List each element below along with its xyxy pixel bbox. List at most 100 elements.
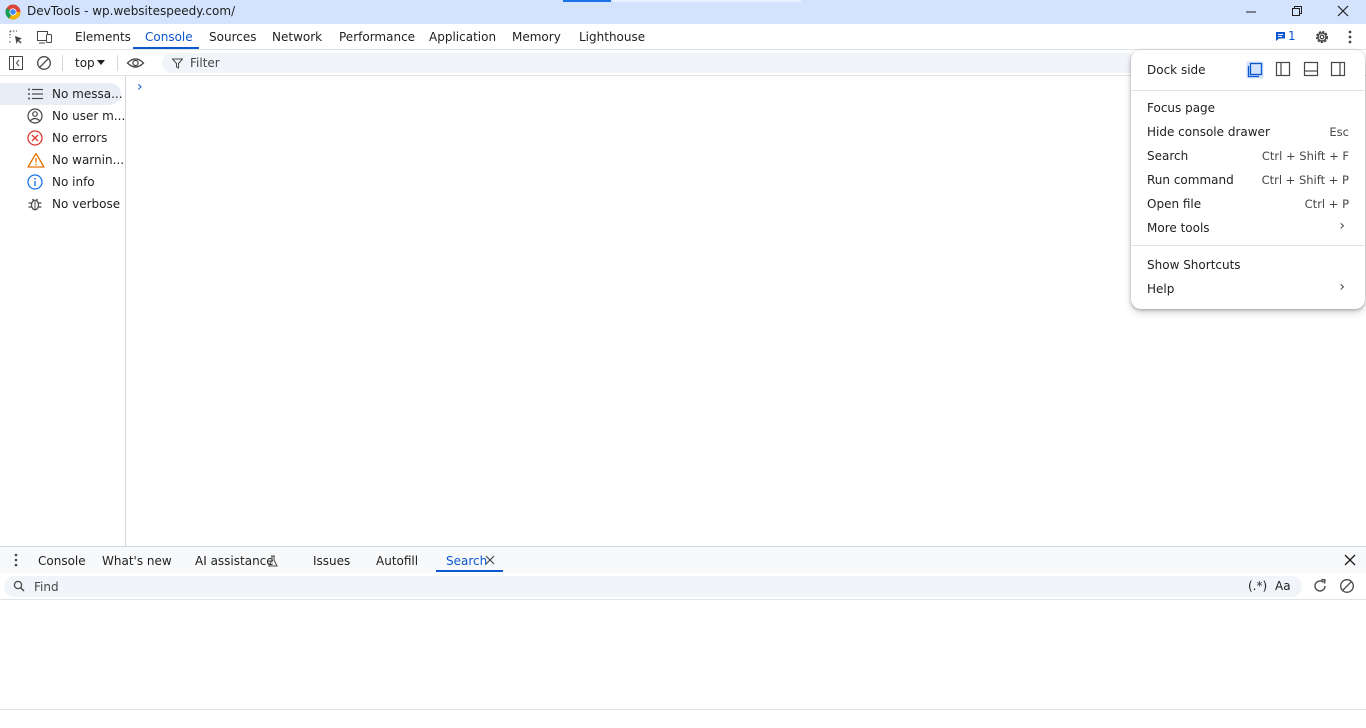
inspect-element-icon[interactable] [8,29,24,45]
customize-devtools-menu: Dock side Focus page Hide console drawer… [1131,50,1365,309]
menu-item-focus-page[interactable]: Focus page [1131,97,1365,119]
menu-item-label: Open file [1147,197,1202,211]
refresh-icon[interactable] [1312,578,1328,594]
settings-gear-icon[interactable] [1313,28,1331,46]
menu-item-shortcut: Ctrl + Shift + F [1261,149,1349,163]
issue-icon [1276,32,1285,41]
clear-search-icon[interactable] [1339,578,1355,594]
window-title: DevTools - wp.websitespeedy.com/ [27,4,236,18]
drawer-tab-issues[interactable]: Issues [313,554,350,568]
clear-console-icon[interactable] [36,55,52,71]
issues-count: 1 [1288,29,1296,43]
undock-icon[interactable] [1246,61,1264,79]
sidebar-item-label: No verbose [52,197,121,211]
list-icon [27,86,44,102]
bug-icon [27,196,44,212]
tab-console[interactable]: Console [145,30,193,44]
more-options-icon[interactable] [1344,29,1356,45]
sidebar-item-warnings[interactable]: No warnin... [0,149,125,171]
menu-item-label: More tools [1147,221,1210,235]
menu-item-more-tools[interactable]: More tools › [1131,217,1365,239]
tab-memory[interactable]: Memory [512,30,561,44]
find-input[interactable]: Find (.*) Aa [4,576,1302,597]
menu-item-shortcut: Esc [1329,125,1349,139]
bottom-divider [0,709,1366,710]
menu-item-shortcut: Ctrl + P [1304,197,1349,211]
filter-input[interactable]: Filter [162,53,1137,73]
sidebar-item-verbose[interactable]: No verbose [0,193,125,215]
active-tab-indicator [133,47,199,49]
menu-item-label: Show Shortcuts [1147,258,1241,272]
console-prompt[interactable]: › [137,79,143,95]
tab-network[interactable]: Network [272,30,322,44]
error-icon [27,130,44,146]
submenu-chevron-icon: › [1339,279,1345,295]
tab-sources[interactable]: Sources [209,30,256,44]
submenu-chevron-icon: › [1339,218,1345,234]
close-search-tab-icon[interactable] [485,555,495,565]
menu-item-open-file[interactable]: Open file Ctrl + P [1131,193,1365,215]
menu-item-run-command[interactable]: Run command Ctrl + Shift + P [1131,169,1365,191]
chrome-logo-icon [5,4,21,20]
device-toolbar-icon[interactable] [36,29,53,45]
menu-item-hide-console-drawer[interactable]: Hide console drawer Esc [1131,121,1365,143]
menu-separator [1131,90,1365,91]
sidebar-item-user-messages[interactable]: No user m... [0,105,125,127]
dropdown-arrow-icon [97,60,105,66]
drawer-tab-autofill[interactable]: Autofill [376,554,418,568]
filter-placeholder: Filter [190,56,220,70]
drawer-tab-ai-assistance[interactable]: AI assistance [195,554,274,568]
title-bar: DevTools - wp.websitespeedy.com/ [0,0,1366,24]
menu-item-show-shortcuts[interactable]: Show Shortcuts [1131,254,1365,276]
dock-side-label: Dock side [1147,63,1206,77]
menu-item-label: Focus page [1147,101,1216,115]
menu-separator [1131,245,1365,246]
dock-bottom-icon[interactable] [1303,61,1319,77]
sidebar-item-messages[interactable]: No messa... [0,83,125,105]
menu-item-search[interactable]: Search Ctrl + Shift + F [1131,145,1365,167]
live-expression-eye-icon[interactable] [126,55,145,71]
tab-performance[interactable]: Performance [339,30,415,44]
sidebar-item-errors[interactable]: No errors [0,127,125,149]
drawer-tab-whats-new[interactable]: What's new [102,554,172,568]
tab-application[interactable]: Application [429,30,496,44]
dock-left-icon[interactable] [1275,61,1291,77]
filter-funnel-icon [172,58,183,69]
drawer-tab-bar: Console What's new AI assistance Issues … [0,546,1366,573]
tab-lighthouse[interactable]: Lighthouse [579,30,645,44]
dock-right-icon[interactable] [1330,61,1346,77]
minimize-icon[interactable] [1245,6,1257,18]
panel-tab-bar: Elements Console Sources Network Perform… [0,24,1366,50]
drawer-active-tab-indicator [436,570,503,572]
sidebar-item-label: No errors [52,131,108,145]
tab-strip-accent [563,0,611,2]
toolbar-divider [117,55,118,71]
drawer-tab-search[interactable]: Search [446,554,487,568]
info-icon [27,174,44,190]
tab-elements[interactable]: Elements [75,30,131,44]
menu-item-label: Hide console drawer [1147,125,1270,139]
user-icon [27,108,44,124]
context-selector[interactable]: top [70,53,112,73]
menu-item-label: Help [1147,282,1175,296]
find-placeholder: Find [34,580,59,594]
drawer-more-icon[interactable] [10,553,22,567]
sidebar-item-label: No messa... [52,87,123,101]
sidebar-item-info[interactable]: No info [0,171,125,193]
match-case-toggle[interactable]: Aa [1275,579,1291,593]
sidebar-item-label: No user m... [52,109,126,123]
close-window-icon[interactable] [1337,5,1349,17]
console-sidebar: No messa... No user m... No errors No wa… [0,76,126,546]
regex-toggle[interactable]: (.*) [1248,579,1267,593]
drawer-tab-console[interactable]: Console [38,554,86,568]
warning-icon [27,152,45,168]
lab-flask-icon [268,555,278,567]
close-drawer-icon[interactable] [1344,554,1356,566]
tab-strip-accent-light [613,0,801,2]
menu-item-help[interactable]: Help › [1131,278,1365,300]
toolbar-divider [62,55,63,71]
restore-icon[interactable] [1291,5,1303,17]
sidebar-item-label: No info [52,175,95,189]
menu-item-label: Search [1147,149,1189,163]
toggle-sidebar-icon[interactable] [8,55,24,71]
